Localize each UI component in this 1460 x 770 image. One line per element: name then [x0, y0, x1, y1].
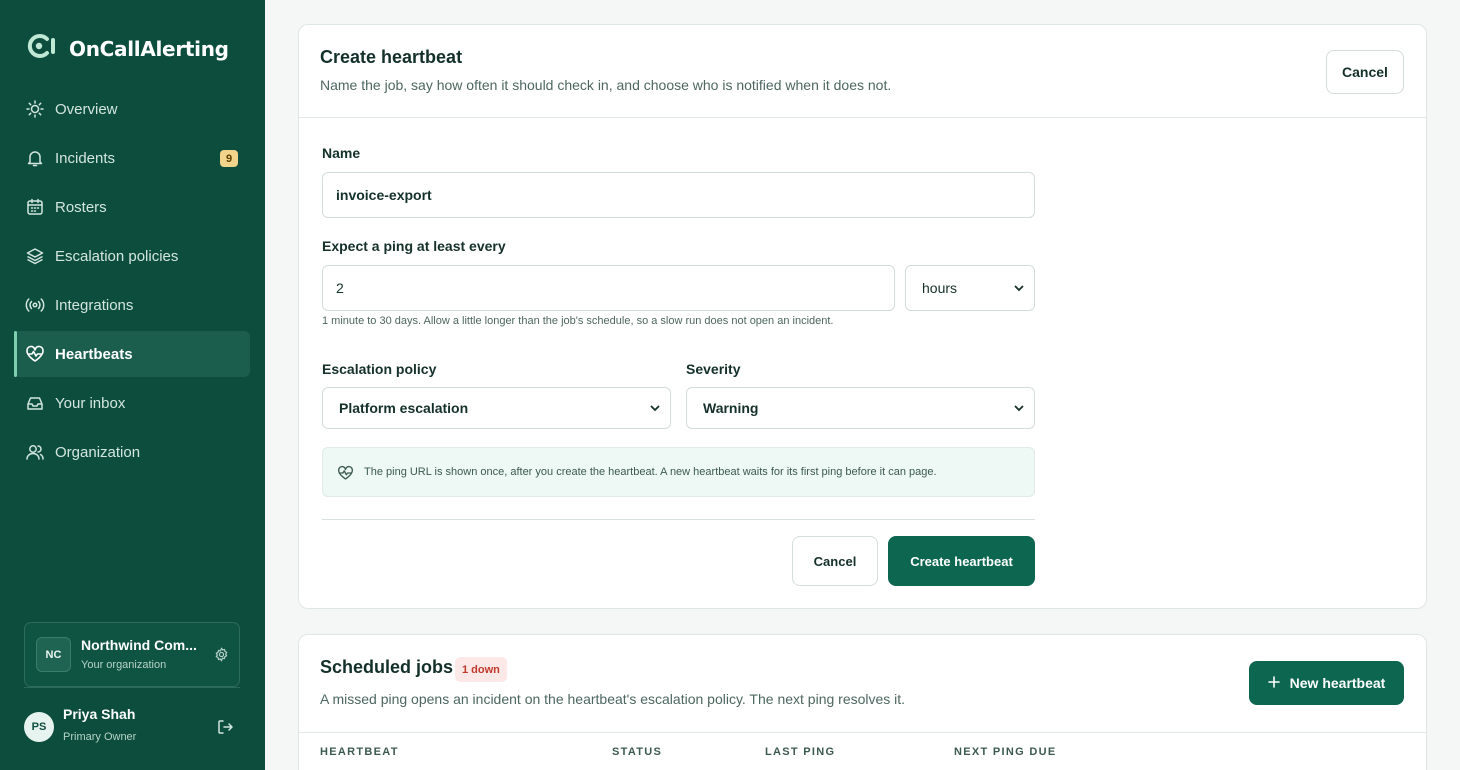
users-icon	[25, 442, 45, 462]
heart-pulse-icon	[25, 344, 45, 364]
create-heartbeat-card: Create heartbeat Name the job, say how o…	[298, 24, 1427, 609]
table-divider	[299, 732, 1426, 733]
org-name: Northwind Com...	[81, 637, 197, 653]
chevron-down-icon	[1014, 403, 1024, 413]
column-header-next-ping-due[interactable]: NEXT PING DUE	[954, 746, 1056, 758]
sidebar-nav: Overview Incidents 9 Rosters Escalation …	[14, 86, 250, 478]
jobs-description: A missed ping opens an incident on the h…	[320, 691, 906, 707]
column-header-last-ping[interactable]: LAST PING	[765, 746, 835, 758]
sidebar-item-overview[interactable]: Overview	[14, 86, 250, 132]
sidebar-item-label: Organization	[55, 443, 141, 461]
sidebar-item-label: Rosters	[55, 198, 107, 216]
notice-text: The ping URL is shown once, after you cr…	[364, 466, 937, 478]
heart-pulse-icon	[337, 465, 354, 486]
interval-unit-value: hours	[922, 280, 958, 296]
ping-url-notice: The ping URL is shown once, after you cr…	[322, 447, 1035, 497]
brand[interactable]: OnCallAlerting	[25, 32, 229, 65]
user-role: Primary Owner	[63, 731, 137, 743]
column-header-status[interactable]: STATUS	[612, 746, 662, 758]
create-heartbeat-button[interactable]: Create heartbeat	[888, 536, 1035, 586]
sidebar-item-label: Overview	[55, 100, 118, 118]
interval-label: Expect a ping at least every	[322, 238, 506, 254]
interval-hint: 1 minute to 30 days. Allow a little long…	[322, 315, 834, 327]
org-switcher[interactable]: NC Northwind Com... Your organization	[24, 622, 240, 687]
sidebar-item-label: Escalation policies	[55, 247, 179, 265]
new-heartbeat-button[interactable]: New heartbeat	[1249, 661, 1404, 705]
sidebar-item-label: Incidents	[55, 149, 116, 167]
interval-unit-select[interactable]: hours	[905, 265, 1035, 311]
user-name: Priya Shah	[63, 706, 136, 722]
column-header-heartbeat[interactable]: HEARTBEAT	[320, 746, 399, 758]
logout-icon[interactable]	[216, 718, 234, 741]
name-label: Name	[322, 145, 361, 161]
inbox-icon	[25, 393, 45, 413]
chevron-down-icon	[650, 403, 660, 413]
plus-icon	[1267, 675, 1280, 691]
cancel-button[interactable]: Cancel	[1326, 50, 1404, 94]
chevron-down-icon	[1014, 283, 1024, 293]
name-field[interactable]	[322, 172, 1035, 218]
sidebar: OnCallAlerting Overview Incidents 9 Rost…	[0, 0, 265, 770]
section-title: Scheduled jobs	[320, 657, 454, 677]
layers-icon	[25, 246, 45, 266]
form-divider	[322, 519, 1035, 520]
sidebar-item-label: Your inbox	[55, 394, 126, 412]
bell-icon	[25, 148, 45, 168]
sun-icon	[25, 99, 45, 119]
current-user: PS Priya Shah Primary Owner	[24, 687, 240, 756]
calendar-icon	[25, 197, 45, 217]
broadcast-icon	[25, 295, 45, 315]
page-title: Create heartbeat	[320, 47, 463, 67]
avatar: PS	[24, 712, 54, 742]
incidents-count-badge: 9	[220, 150, 238, 167]
create-heartbeat-header: Create heartbeat Name the job, say how o…	[299, 25, 1426, 118]
new-heartbeat-label: New heartbeat	[1289, 675, 1386, 691]
severity-value: Warning	[703, 400, 759, 416]
sidebar-item-rosters[interactable]: Rosters	[14, 184, 250, 230]
severity-select[interactable]: Warning	[686, 387, 1035, 429]
gear-icon[interactable]	[214, 647, 229, 667]
app-name: OnCallAlerting	[69, 36, 229, 61]
logo-icon	[25, 32, 59, 65]
sidebar-item-label: Heartbeats	[55, 345, 133, 363]
interval-field[interactable]	[322, 265, 895, 311]
status-badge: 1 down	[455, 657, 507, 682]
escalation-policy-select[interactable]: Platform escalation	[322, 387, 671, 429]
org-subtitle: Your organization	[81, 659, 167, 671]
footer-cancel-button[interactable]: Cancel	[792, 536, 878, 586]
scheduled-jobs-card: Scheduled jobs 1 down A missed ping open…	[298, 634, 1427, 770]
sidebar-item-heartbeats[interactable]: Heartbeats	[14, 331, 250, 377]
create-description: Name the job, say how often it should ch…	[320, 77, 892, 93]
policy-value: Platform escalation	[339, 400, 469, 416]
sidebar-item-your-inbox[interactable]: Your inbox	[14, 380, 250, 426]
sidebar-item-label: Integrations	[55, 296, 134, 314]
sidebar-item-integrations[interactable]: Integrations	[14, 282, 250, 328]
policy-label: Escalation policy	[322, 361, 437, 377]
org-avatar: NC	[36, 637, 71, 672]
sidebar-item-escalation-policies[interactable]: Escalation policies	[14, 233, 250, 279]
severity-label: Severity	[686, 361, 741, 377]
sidebar-item-organization[interactable]: Organization	[14, 429, 250, 475]
sidebar-item-incidents[interactable]: Incidents 9	[14, 135, 250, 181]
